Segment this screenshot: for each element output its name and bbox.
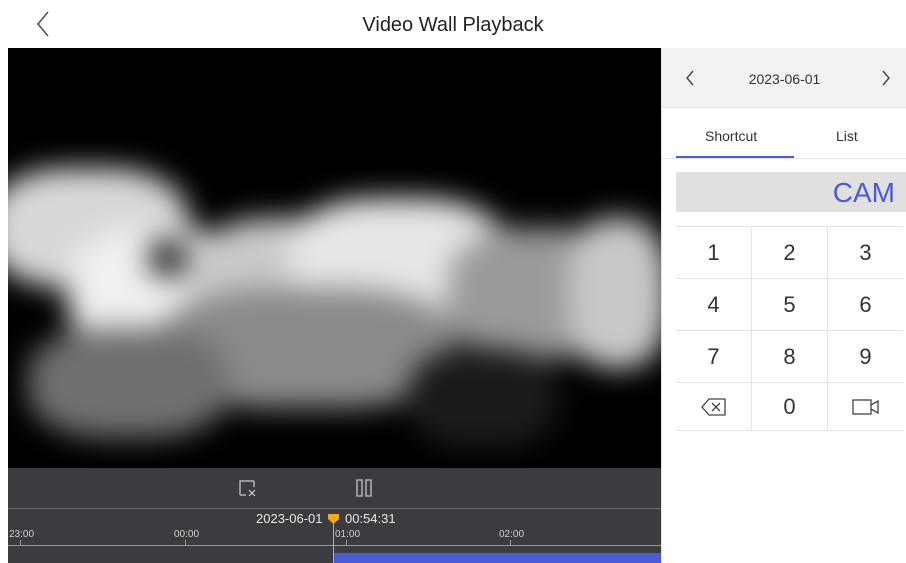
key-0[interactable]: 0 — [752, 383, 828, 430]
tick-label: 02:00 — [499, 529, 525, 540]
key-2[interactable]: 2 — [752, 227, 828, 278]
next-date-icon[interactable] — [876, 68, 896, 88]
date-label[interactable]: 2023-06-01 — [662, 71, 906, 87]
backspace-icon[interactable] — [676, 383, 752, 430]
date-selector: 2023-06-01 — [662, 48, 906, 108]
playhead-line[interactable] — [333, 521, 334, 563]
tick-label: 01:00 — [335, 529, 361, 540]
page-title: Video Wall Playback — [362, 14, 544, 36]
tab-list[interactable]: List — [836, 128, 858, 144]
key-9[interactable]: 9 — [828, 331, 903, 382]
tick-label: 23:00 — [9, 529, 35, 540]
pause-icon[interactable] — [352, 477, 376, 499]
video-frame — [8, 48, 661, 468]
tick-mark — [185, 540, 186, 545]
key-4[interactable]: 4 — [676, 279, 752, 330]
timeline-axis — [8, 545, 661, 546]
top-bar: Video Wall Playback — [0, 0, 906, 48]
timeline-time: 00:54:31 — [345, 511, 396, 526]
key-7[interactable]: 7 — [676, 331, 752, 382]
recording-segment — [333, 553, 661, 563]
key-1[interactable]: 1 — [676, 227, 752, 278]
tick-mark — [346, 540, 347, 545]
tick-mark — [20, 540, 21, 545]
tick-mark — [510, 540, 511, 545]
timeline[interactable]: 2023-06-01 00:54:31 23:00 00:00 01:00 02… — [8, 508, 661, 563]
tick-label: 00:00 — [174, 529, 200, 540]
active-tab-indicator — [676, 156, 794, 158]
key-3[interactable]: 3 — [828, 227, 903, 278]
camera-input-text: CAM — [832, 177, 895, 208]
camera-icon[interactable] — [828, 383, 903, 430]
keypad: 1 2 3 4 5 6 7 8 9 0 — [676, 226, 903, 431]
tab-bar: Shortcut List — [662, 109, 906, 159]
side-panel: 2023-06-01 Shortcut List CAM 1 2 3 4 5 6… — [661, 48, 906, 563]
playhead-marker-icon[interactable] — [327, 512, 340, 524]
timeline-date: 2023-06-01 — [256, 511, 323, 526]
keypad-row: 4 5 6 — [676, 279, 903, 331]
keypad-row: 1 2 3 — [676, 227, 903, 279]
key-5[interactable]: 5 — [752, 279, 828, 330]
keypad-row: 0 — [676, 383, 903, 431]
close-window-icon[interactable] — [236, 477, 260, 499]
playback-controls — [8, 468, 661, 508]
key-6[interactable]: 6 — [828, 279, 903, 330]
camera-input-display: CAM — [676, 172, 906, 212]
keypad-row: 7 8 9 — [676, 331, 903, 383]
key-8[interactable]: 8 — [752, 331, 828, 382]
video-player[interactable] — [8, 48, 661, 468]
tab-shortcut[interactable]: Shortcut — [705, 128, 757, 144]
